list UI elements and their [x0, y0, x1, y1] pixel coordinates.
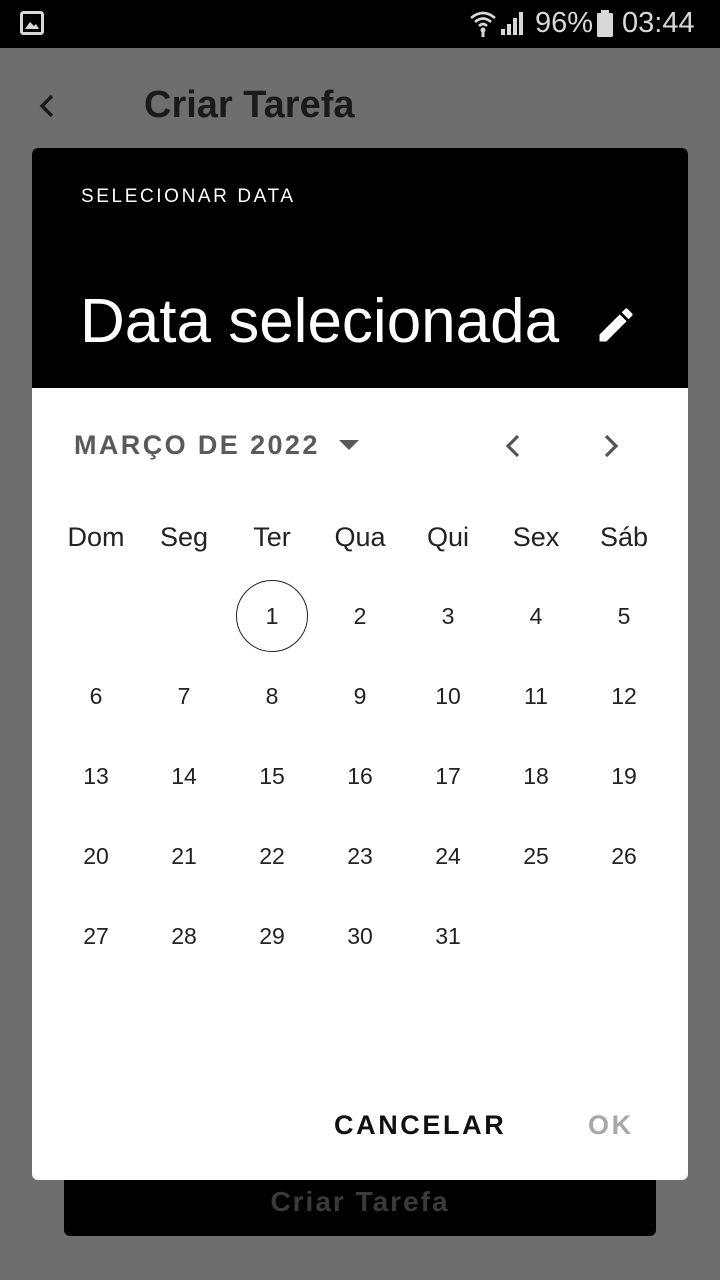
- weekday-label: Sáb: [599, 522, 649, 552]
- wifi-icon: [470, 11, 496, 37]
- calendar-days-grid: 1 2 3 4 5 6 7 8 9 10 11 12 13 14 15 16 17 18 19 20 21 22 23 24 2…: [52, 580, 668, 980]
- calendar-day[interactable]: 18: [500, 740, 572, 812]
- gallery-icon: [20, 11, 44, 35]
- pencil-icon[interactable]: [594, 303, 638, 347]
- month-year-selector[interactable]: MARÇO DE 2022: [74, 425, 360, 465]
- battery-icon: [597, 10, 613, 37]
- weekday-header-row: Dom Seg Ter Qua Qui Sex Sáb: [52, 522, 668, 562]
- page-title: Criar Tarefa: [144, 84, 355, 126]
- weekday-label: Ter: [253, 522, 291, 552]
- calendar-day[interactable]: 25: [500, 820, 572, 892]
- create-task-label: Criar Tarefa: [270, 1186, 450, 1217]
- calendar-day[interactable]: 17: [412, 740, 484, 812]
- calendar-day[interactable]: 30: [324, 900, 396, 972]
- back-arrow-icon[interactable]: [30, 88, 66, 124]
- calendar-day[interactable]: 7: [148, 660, 220, 732]
- date-picker-dialog: SELECIONAR DATA Data selecionada MARÇO D…: [32, 148, 688, 1180]
- month-year-label: MARÇO DE 2022: [74, 429, 320, 460]
- calendar-day[interactable]: 5: [588, 580, 660, 652]
- next-month-icon[interactable]: [592, 428, 628, 464]
- calendar-day[interactable]: 2: [324, 580, 396, 652]
- calendar-day[interactable]: 31: [412, 900, 484, 972]
- calendar-day[interactable]: 16: [324, 740, 396, 812]
- calendar-day-today[interactable]: 1: [236, 580, 308, 652]
- calendar-day[interactable]: 20: [60, 820, 132, 892]
- calendar-day[interactable]: 29: [236, 900, 308, 972]
- calendar-day[interactable]: 23: [324, 820, 396, 892]
- calendar-day[interactable]: 3: [412, 580, 484, 652]
- calendar-day[interactable]: 26: [588, 820, 660, 892]
- cancel-button[interactable]: CANCELAR: [334, 1110, 506, 1150]
- calendar-day[interactable]: 19: [588, 740, 660, 812]
- weekday-label: Sex: [512, 522, 560, 552]
- battery-percentage: 96%: [535, 7, 594, 39]
- previous-month-icon[interactable]: [496, 428, 532, 464]
- status-bar: 96% 03:44: [0, 0, 720, 48]
- calendar-day[interactable]: 14: [148, 740, 220, 812]
- weekday-label: Seg: [159, 522, 209, 552]
- calendar-day[interactable]: 28: [148, 900, 220, 972]
- calendar-day[interactable]: 13: [60, 740, 132, 812]
- clock: 03:44: [622, 7, 695, 39]
- calendar-day[interactable]: 10: [412, 660, 484, 732]
- calendar-day[interactable]: 21: [148, 820, 220, 892]
- calendar-day[interactable]: 15: [236, 740, 308, 812]
- app-bar: Criar Tarefa: [0, 48, 720, 160]
- calendar-day[interactable]: 12: [588, 660, 660, 732]
- calendar-day[interactable]: 9: [324, 660, 396, 732]
- calendar-day[interactable]: 24: [412, 820, 484, 892]
- ok-button[interactable]: OK: [588, 1110, 634, 1150]
- selected-date-title: Data selecionada: [80, 287, 560, 356]
- weekday-label: Qui: [426, 522, 470, 552]
- calendar-day[interactable]: 11: [500, 660, 572, 732]
- dropdown-arrow-icon: [338, 440, 359, 450]
- calendar-day[interactable]: 6: [60, 660, 132, 732]
- calendar-day[interactable]: 8: [236, 660, 308, 732]
- signal-icon: [501, 12, 523, 35]
- calendar-day[interactable]: 27: [60, 900, 132, 972]
- dialog-label: SELECIONAR DATA: [81, 186, 296, 207]
- weekday-label: Dom: [67, 522, 125, 552]
- weekday-label: Qua: [334, 522, 386, 552]
- calendar-day[interactable]: 4: [500, 580, 572, 652]
- dialog-header: SELECIONAR DATA Data selecionada: [32, 148, 688, 388]
- calendar-day[interactable]: 22: [236, 820, 308, 892]
